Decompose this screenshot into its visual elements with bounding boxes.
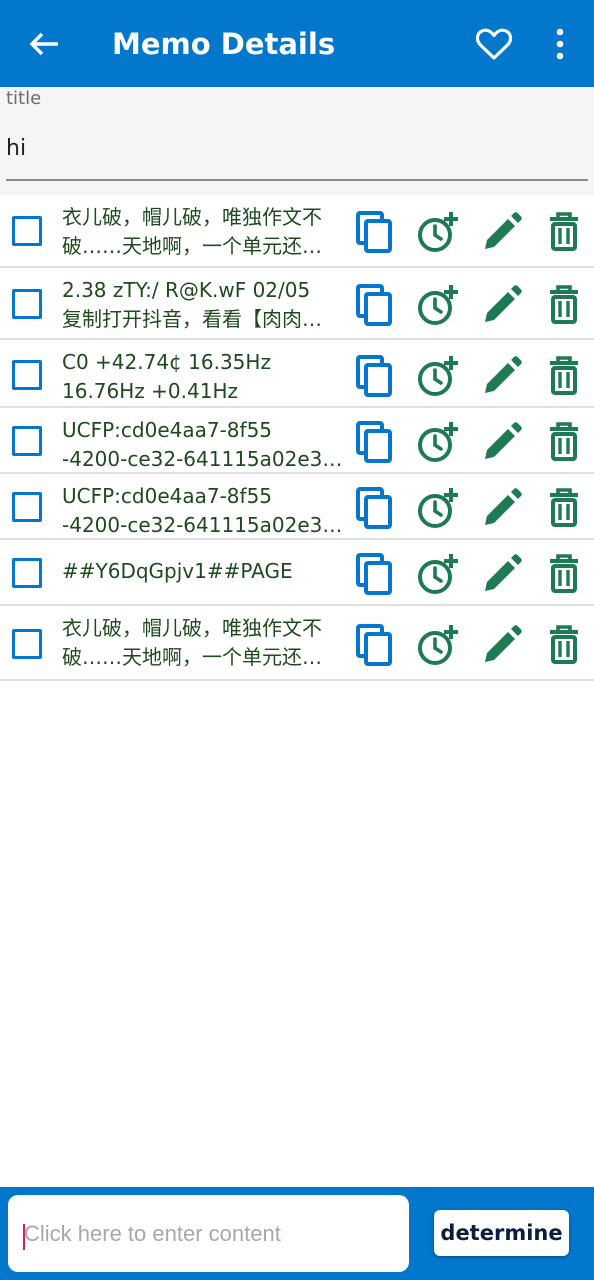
pencil-icon[interactable] xyxy=(480,623,524,667)
memo-checkbox[interactable] xyxy=(12,558,42,588)
memo-text[interactable]: ##Y6DqGpjv1##PAGE xyxy=(62,557,344,586)
alarm-add-icon[interactable] xyxy=(416,354,460,398)
memo-text-line: 衣儿破，帽儿破，唯独作文不 xyxy=(62,205,322,229)
memo-checkbox[interactable] xyxy=(12,360,42,390)
alarm-add-icon[interactable] xyxy=(416,283,460,327)
copy-icon[interactable] xyxy=(354,283,398,327)
memo-checkbox[interactable] xyxy=(12,492,42,522)
memo-checkbox[interactable] xyxy=(12,216,42,246)
trash-icon[interactable] xyxy=(542,623,586,667)
pencil-icon[interactable] xyxy=(480,552,524,596)
pencil-icon[interactable] xyxy=(480,420,524,464)
copy-icon[interactable] xyxy=(354,420,398,464)
back-arrow-icon[interactable] xyxy=(26,26,62,62)
memo-row[interactable]: 2.38 zTY:/ R@K.wF 02/05 复制打开抖音，看看【肉肉… xyxy=(0,268,594,340)
content-input[interactable] xyxy=(24,1217,404,1251)
memo-text[interactable]: 衣儿破，帽儿破，唯独作文不 破……天地啊，一个单元还… xyxy=(62,614,344,672)
memo-row[interactable]: ##Y6DqGpjv1##PAGE xyxy=(0,540,594,606)
memo-text-line: 破……天地啊，一个单元还… xyxy=(62,234,322,258)
memo-text[interactable]: UCFP:cd0e4aa7-8f55 -4200-ce32-641115a02e3… xyxy=(62,416,344,474)
bottom-input-bar: determine xyxy=(0,1187,594,1280)
memo-row[interactable]: UCFP:cd0e4aa7-8f55 -4200-ce32-641115a02e3… xyxy=(0,408,594,474)
page-title: Memo Details xyxy=(112,27,336,61)
memo-row[interactable]: C0 +42.74¢ 16.35Hz 16.76Hz +0.41Hz xyxy=(0,340,594,408)
memo-text-line: 2.38 zTY:/ R@K.wF 02/05 xyxy=(62,278,311,302)
memo-text-line: UCFP:cd0e4aa7-8f55 xyxy=(62,484,273,508)
alarm-add-icon[interactable] xyxy=(416,623,460,667)
memo-text[interactable]: UCFP:cd0e4aa7-8f55 -4200-ce32-641115a02e3… xyxy=(62,482,344,540)
alarm-add-icon[interactable] xyxy=(416,210,460,254)
copy-icon[interactable] xyxy=(354,210,398,254)
memo-text-line: 复制打开抖音，看看【肉肉… xyxy=(62,307,322,331)
determine-button[interactable]: determine xyxy=(434,1210,569,1256)
trash-icon[interactable] xyxy=(542,283,586,327)
trash-icon[interactable] xyxy=(542,354,586,398)
memo-text[interactable]: C0 +42.74¢ 16.35Hz 16.76Hz +0.41Hz xyxy=(62,348,344,406)
copy-icon[interactable] xyxy=(354,552,398,596)
memo-text-line: C0 +42.74¢ 16.35Hz xyxy=(62,350,271,374)
memo-row[interactable]: UCFP:cd0e4aa7-8f55 -4200-ce32-641115a02e3… xyxy=(0,474,594,540)
app-bar: Memo Details xyxy=(0,0,594,87)
pencil-icon[interactable] xyxy=(480,210,524,254)
title-value[interactable]: hi xyxy=(6,136,26,161)
copy-icon[interactable] xyxy=(354,623,398,667)
pencil-icon[interactable] xyxy=(480,354,524,398)
copy-icon[interactable] xyxy=(354,354,398,398)
memo-text-line: 衣儿破，帽儿破，唯独作文不 xyxy=(62,616,322,640)
title-field[interactable]: title hi xyxy=(0,87,594,195)
memo-row[interactable]: 衣儿破，帽儿破，唯独作文不 破……天地啊，一个单元还… xyxy=(0,195,594,268)
pencil-icon[interactable] xyxy=(480,283,524,327)
memo-text-line: ##Y6DqGpjv1##PAGE xyxy=(62,559,293,583)
memo-checkbox[interactable] xyxy=(12,426,42,456)
more-vertical-icon[interactable] xyxy=(546,26,574,62)
memo-checkbox[interactable] xyxy=(12,629,42,659)
memo-text-line: 破……天地啊，一个单元还… xyxy=(62,645,322,669)
memo-list: 衣儿破，帽儿破，唯独作文不 破……天地啊，一个单元还… 2.38 zTY:/ R@K… xyxy=(0,195,594,681)
alarm-add-icon[interactable] xyxy=(416,552,460,596)
memo-text-line: -4200-ce32-641115a02e3… xyxy=(62,447,343,471)
pencil-icon[interactable] xyxy=(480,486,524,530)
content-input-box[interactable] xyxy=(8,1195,409,1272)
memo-text-line: UCFP:cd0e4aa7-8f55 xyxy=(62,418,273,442)
memo-row[interactable]: 衣儿破，帽儿破，唯独作文不 破……天地啊，一个单元还… xyxy=(0,606,594,681)
alarm-add-icon[interactable] xyxy=(416,420,460,464)
title-underline xyxy=(6,179,588,181)
trash-icon[interactable] xyxy=(542,210,586,254)
alarm-add-icon[interactable] xyxy=(416,486,460,530)
trash-icon[interactable] xyxy=(542,486,586,530)
memo-text[interactable]: 2.38 zTY:/ R@K.wF 02/05 复制打开抖音，看看【肉肉… xyxy=(62,276,344,334)
copy-icon[interactable] xyxy=(354,486,398,530)
trash-icon[interactable] xyxy=(542,552,586,596)
heart-outline-icon[interactable] xyxy=(474,24,514,64)
memo-text-line: 16.76Hz +0.41Hz xyxy=(62,379,238,403)
title-label: title xyxy=(6,88,42,109)
memo-text-line: -4200-ce32-641115a02e3… xyxy=(62,513,343,537)
memo-checkbox[interactable] xyxy=(12,289,42,319)
trash-icon[interactable] xyxy=(542,420,586,464)
memo-text[interactable]: 衣儿破，帽儿破，唯独作文不 破……天地啊，一个单元还… xyxy=(62,203,344,261)
